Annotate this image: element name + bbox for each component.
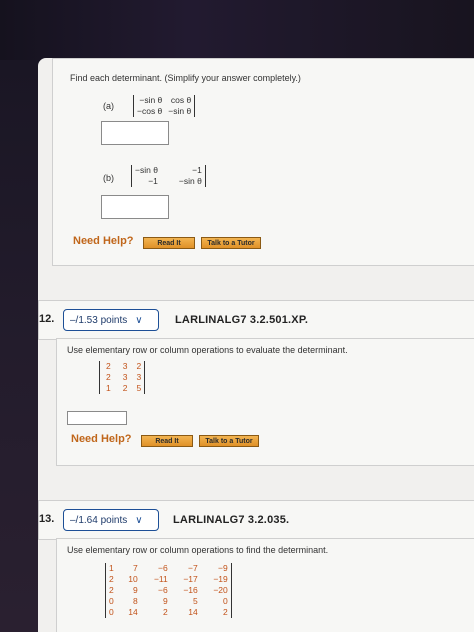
matrix-cell: −cos θ bbox=[137, 106, 163, 116]
monitor-bezel-left bbox=[0, 60, 38, 632]
question-13-card: Use elementary row or column operations … bbox=[56, 538, 474, 632]
talk-to-tutor-button[interactable]: Talk to a Tutor bbox=[201, 237, 261, 249]
read-it-button[interactable]: Read It bbox=[141, 435, 193, 447]
matrix-cell: 5 bbox=[136, 383, 142, 393]
part-a-answer-input[interactable] bbox=[101, 121, 169, 145]
matrix-cell: −16 bbox=[183, 585, 198, 595]
matrix-cell: 2 bbox=[106, 372, 111, 382]
points-value: –/1.53 points bbox=[70, 314, 128, 326]
matrix-cell: 1 bbox=[109, 563, 114, 573]
matrix-cell: −1 bbox=[192, 165, 202, 175]
matrix-cell: −6 bbox=[158, 563, 168, 573]
matrix-cell: −6 bbox=[158, 585, 168, 595]
question-11-card: Find each determinant. (Simplify your an… bbox=[52, 58, 474, 266]
chevron-down-icon: ∨ bbox=[135, 314, 143, 326]
matrix-cell: −20 bbox=[213, 585, 228, 595]
need-help-label: Need Help? bbox=[71, 433, 132, 445]
matrix-cell: 3 bbox=[122, 361, 128, 371]
matrix-cell: 2 bbox=[223, 607, 228, 617]
matrix-cell: 2 bbox=[163, 607, 168, 617]
read-it-button[interactable]: Read It bbox=[143, 237, 195, 249]
part-b-answer-input[interactable] bbox=[101, 195, 169, 219]
matrix-cell: −19 bbox=[213, 574, 228, 584]
matrix-cell: 0 bbox=[109, 607, 114, 617]
part-a-label: (a) bbox=[103, 101, 114, 111]
q11-instruction: Find each determinant. (Simplify your an… bbox=[70, 73, 301, 83]
matrix-cell: −7 bbox=[188, 563, 198, 573]
matrix-cell: 14 bbox=[128, 607, 138, 617]
q13-instruction: Use elementary row or column operations … bbox=[67, 545, 329, 555]
matrix-cell: 1 bbox=[106, 383, 111, 393]
question-12-card: Use elementary row or column operations … bbox=[56, 338, 474, 466]
question-13-header: 13. –/1.64 points ∨ LARLINALG7 3.2.035. bbox=[38, 500, 474, 540]
matrix-cell: 5 bbox=[193, 596, 198, 606]
question-12-header: 12. –/1.53 points ∨ LARLINALG7 3.2.501.X… bbox=[38, 300, 474, 340]
matrix-cell: 14 bbox=[188, 607, 198, 617]
q12-matrix: 232 233 125 bbox=[99, 361, 146, 394]
matrix-cell: cos θ bbox=[170, 95, 192, 105]
part-b-label: (b) bbox=[103, 173, 114, 183]
matrix-cell: 2 bbox=[109, 585, 114, 595]
question-id: LARLINALG7 3.2.035. bbox=[173, 514, 290, 526]
chevron-down-icon: ∨ bbox=[135, 514, 143, 526]
points-dropdown[interactable]: –/1.53 points ∨ bbox=[63, 309, 159, 331]
talk-to-tutor-button[interactable]: Talk to a Tutor bbox=[199, 435, 259, 447]
matrix-cell: −1 bbox=[148, 176, 158, 186]
matrix-cell: 7 bbox=[133, 563, 138, 573]
matrix-cell: −sin θ bbox=[168, 106, 192, 116]
matrix-cell: 2 bbox=[122, 383, 128, 393]
part-b-matrix: −sin θ −1 −1 −sin θ bbox=[131, 165, 206, 187]
matrix-cell: −17 bbox=[183, 574, 198, 584]
question-id: LARLINALG7 3.2.501.XP. bbox=[175, 314, 309, 326]
matrix-cell: 8 bbox=[133, 596, 138, 606]
points-value: –/1.64 points bbox=[70, 514, 128, 526]
matrix-cell: −11 bbox=[153, 574, 168, 584]
matrix-cell: 3 bbox=[136, 372, 142, 382]
matrix-cell: 2 bbox=[109, 574, 114, 584]
browser-viewport: Find each determinant. (Simplify your an… bbox=[38, 58, 474, 632]
matrix-cell: −sin θ bbox=[135, 165, 158, 175]
matrix-cell: 2 bbox=[136, 361, 142, 371]
matrix-cell: 9 bbox=[163, 596, 168, 606]
matrix-cell: 0 bbox=[223, 596, 228, 606]
matrix-cell: −sin θ bbox=[139, 95, 163, 105]
matrix-cell: 3 bbox=[122, 372, 128, 382]
question-number: 13. bbox=[39, 513, 55, 525]
q13-matrix: 1 7 −6 −7 −9 2 10 −11 −17 −19 2 9 −6 −16 −20 08950 0… bbox=[105, 563, 232, 618]
q12-answer-input[interactable] bbox=[67, 411, 127, 425]
question-number: 12. bbox=[39, 313, 55, 325]
matrix-cell: 0 bbox=[109, 596, 114, 606]
matrix-cell: 9 bbox=[133, 585, 138, 595]
points-dropdown[interactable]: –/1.64 points ∨ bbox=[63, 509, 159, 531]
matrix-cell: −9 bbox=[218, 563, 228, 573]
matrix-cell: 2 bbox=[106, 361, 111, 371]
q12-instruction: Use elementary row or column operations … bbox=[67, 345, 348, 355]
matrix-cell: −sin θ bbox=[178, 176, 202, 186]
need-help-label: Need Help? bbox=[73, 235, 134, 247]
part-a-matrix: −sin θ cos θ −cos θ −sin θ bbox=[133, 95, 196, 117]
matrix-cell: 10 bbox=[128, 574, 138, 584]
